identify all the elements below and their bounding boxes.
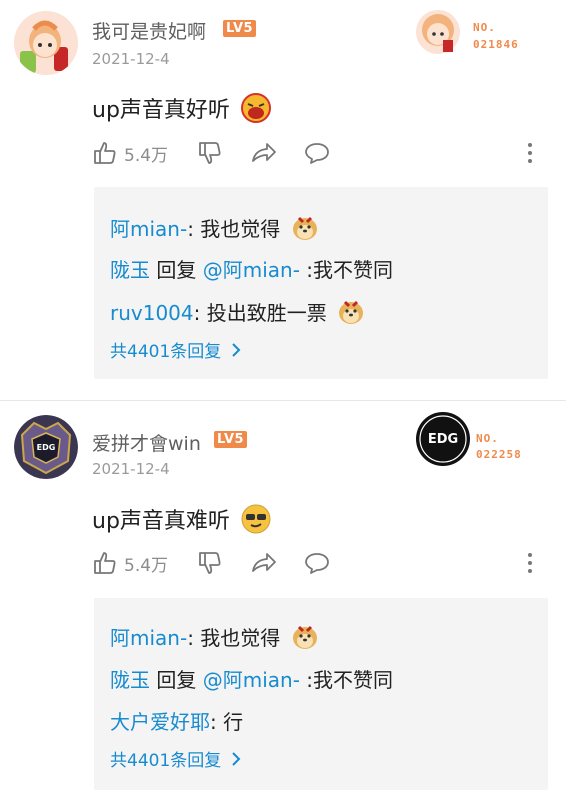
reply-username[interactable]: ruv1004 [110,301,194,325]
reply-content: 我也觉得 [200,217,281,241]
fan-badge-label: NO. [476,432,499,445]
thumbs-down-icon [199,142,221,164]
reply-separator: : [210,710,224,734]
reply-content: :我不赞同 [299,258,394,282]
action-bar: 5.4万 [92,140,552,170]
speech-bubble-icon [305,553,329,574]
reply-content: 我也觉得 [200,626,281,650]
reply-item: 阿mian-: 我也觉得 [110,213,319,247]
speech-bubble-icon [305,143,329,164]
dislike-button[interactable] [197,550,223,576]
svg-text:EDG: EDG [428,432,458,447]
svg-text:EDG: EDG [37,443,56,452]
fan-badge-number: 021846 [473,38,519,51]
fan-badge: EDG NO. 022258 [413,411,543,467]
reply-separator: 回复 [150,258,203,282]
doge-icon [291,623,319,656]
level-badge: LV5 [223,20,257,37]
level-badge: LV5 [214,431,248,448]
reply-mention[interactable]: @阿mian- [203,668,300,692]
reply-username[interactable]: 阿mian- [110,626,187,650]
reply-content: 投出致胜一票 [206,301,327,325]
share-icon [252,143,276,162]
edg-logo-icon: EDG [416,412,470,466]
username[interactable]: 爱拼才會win [92,429,201,456]
comment-item: EDG 爱拼才會win LV5 EDG NO. 022258 2021-12-4… [0,400,566,800]
reply-content: :我不赞同 [299,668,394,692]
reply-item: 陇玉 回复 @阿mian- :我不赞同 [110,664,393,693]
reply-username[interactable]: 大户爱好耶 [110,710,210,734]
thumbs-up-icon [94,142,116,164]
avatar[interactable]: EDG [14,415,78,479]
view-all-replies-link[interactable]: 共4401条回复 [110,337,245,362]
reply-separator: : [187,626,201,650]
avatar[interactable] [14,11,78,75]
reply-item: ruv1004: 投出致胜一票 [110,297,365,331]
chevron-right-icon [232,342,241,357]
comment-text-content: up声音真难听 [92,509,230,534]
reply-username[interactable]: 陇玉 [110,668,150,692]
comment-text: up声音真难听 [92,503,271,540]
fan-badge-avatar-icon [416,10,460,54]
reply-separator: : [193,301,207,325]
sunglasses-face-icon [241,504,271,540]
share-icon [252,553,276,572]
action-bar: 5.4万 [92,550,552,580]
fan-badge: NO. 021846 [413,8,533,58]
thumbs-up-icon [94,552,116,574]
reply-preview[interactable]: 阿mian-: 我也觉得 陇玉 回复 @阿mian- :我不赞同 大户爱好耶: … [94,598,548,790]
reply-item: 大户爱好耶: 行 [110,706,243,735]
reply-item: 阿mian-: 我也觉得 [110,622,319,656]
fan-badge-label: NO. [473,21,496,34]
more-options-button[interactable] [524,550,536,576]
laughing-face-icon [240,93,271,129]
reply-separator: : [187,217,201,241]
fan-badge-number: 022258 [476,448,522,461]
thumbs-down-icon [199,552,221,574]
comment-text: up声音真好听 [92,92,271,129]
like-button[interactable]: 5.4万 [92,140,168,166]
reply-username[interactable]: 陇玉 [110,258,150,282]
view-all-replies-label: 共4401条回复 [110,342,222,362]
more-vertical-icon [528,553,532,573]
username[interactable]: 我可是贵妃啊 [92,17,206,44]
chevron-right-icon [232,751,241,766]
reply-item: 陇玉 回复 @阿mian- :我不赞同 [110,254,393,283]
doge-icon [337,298,365,331]
reply-content: 行 [223,710,244,734]
comment-text-content: up声音真好听 [92,98,230,123]
reply-mention[interactable]: @阿mian- [203,258,300,282]
more-options-button[interactable] [524,140,536,166]
share-button[interactable] [250,140,278,166]
share-button[interactable] [250,550,278,576]
reply-button[interactable] [303,140,331,166]
more-vertical-icon [528,143,532,163]
comment-date: 2021-12-4 [92,460,170,478]
reply-username[interactable]: 阿mian- [110,217,187,241]
comment-date: 2021-12-4 [92,50,170,68]
view-all-replies-link[interactable]: 共4401条回复 [110,746,245,771]
view-all-replies-label: 共4401条回复 [110,751,222,771]
doge-icon [291,214,319,247]
comment-item: 我可是贵妃啊 LV5 NO. 021846 2021-12-4 up声音真好听 … [0,0,566,400]
like-button[interactable]: 5.4万 [92,550,168,576]
like-count: 5.4万 [124,555,169,576]
reply-button[interactable] [303,550,331,576]
reply-separator: 回复 [150,668,203,692]
like-count: 5.4万 [124,145,169,166]
dislike-button[interactable] [197,140,223,166]
reply-preview[interactable]: 阿mian-: 我也觉得 陇玉 回复 @阿mian- :我不赞同 ruv1004… [94,187,548,379]
